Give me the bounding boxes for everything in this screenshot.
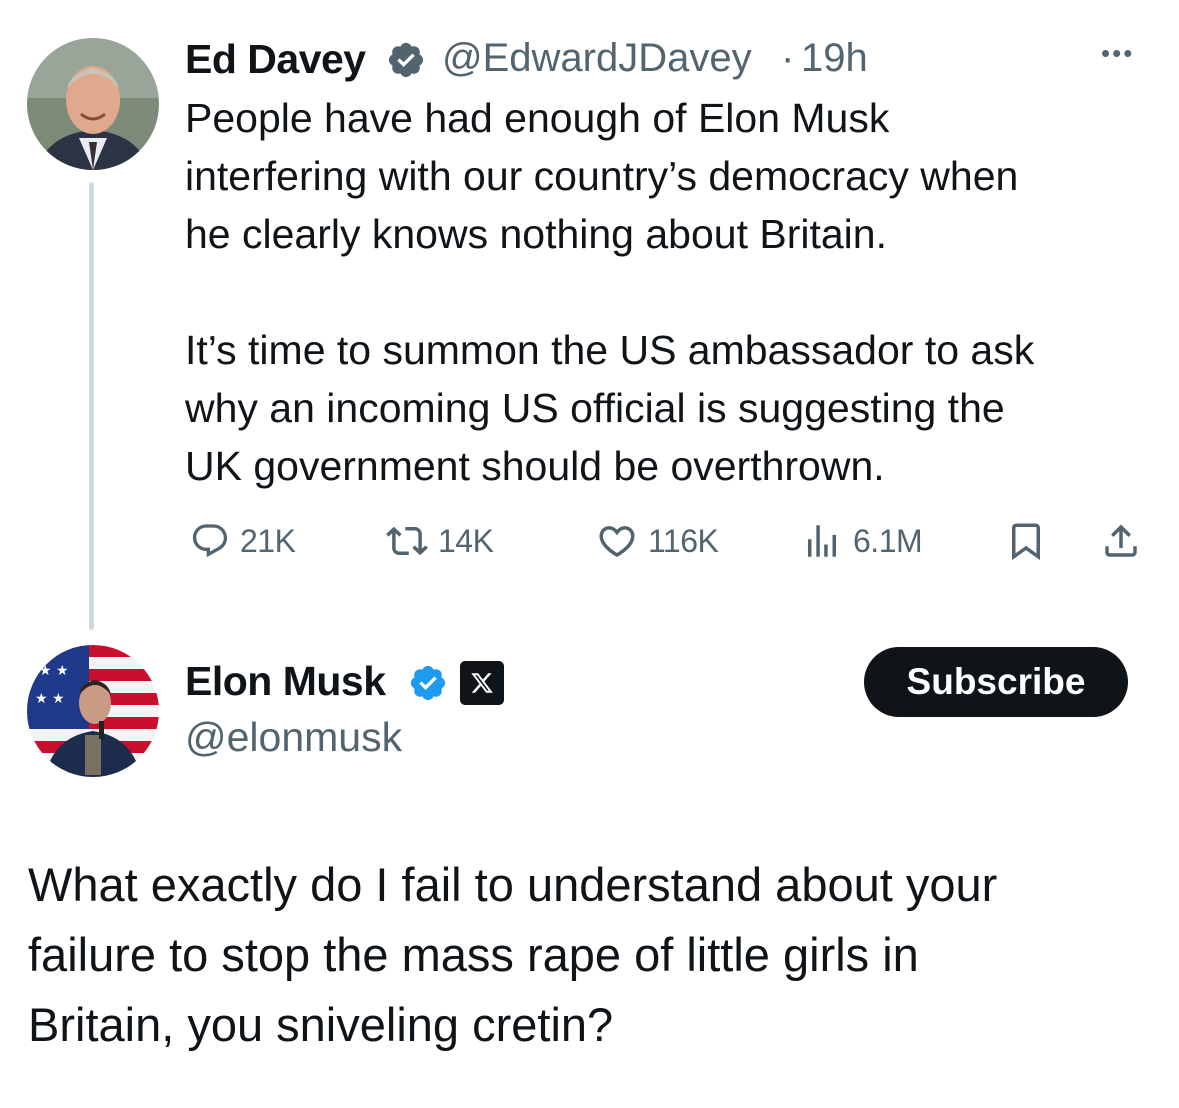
- share-button[interactable]: [1100, 516, 1142, 566]
- like-icon: [599, 526, 635, 558]
- author-handle[interactable]: @EdwardJDavey: [442, 36, 752, 81]
- bookmark-icon: [1012, 523, 1040, 561]
- reply-text: What exactly do I fail to understand abo…: [28, 858, 998, 1051]
- views-icon: [808, 525, 836, 557]
- like-count: 116K: [648, 522, 719, 559]
- views-button[interactable]: 6.1M: [801, 516, 923, 566]
- more-options-icon[interactable]: •••: [1101, 38, 1134, 69]
- tweet-text: People have had enough of Elon Musk inte…: [185, 95, 1035, 489]
- subscribe-button[interactable]: Subscribe: [864, 647, 1128, 717]
- reply-author-name[interactable]: Elon Musk: [185, 658, 386, 705]
- reply-button[interactable]: 21K: [190, 516, 296, 566]
- separator-dot: ·: [781, 36, 795, 80]
- author-name[interactable]: Ed Davey: [185, 36, 366, 83]
- x-affiliate-badge-icon[interactable]: [459, 660, 505, 711]
- repost-button[interactable]: 14K: [386, 516, 494, 566]
- reply-icon: [192, 524, 228, 558]
- verified-badge-icon: [408, 663, 448, 708]
- bookmark-button[interactable]: [1005, 516, 1047, 566]
- like-button[interactable]: 116K: [596, 516, 719, 566]
- svg-text:★ ★: ★ ★: [39, 663, 69, 679]
- avatar-ed-davey[interactable]: [27, 38, 159, 170]
- reply-author-handle[interactable]: @elonmusk: [185, 714, 402, 761]
- verified-badge-icon: [386, 40, 426, 85]
- avatar-elon-musk[interactable]: ★ ★ ★ ★: [27, 645, 159, 777]
- share-icon: [1105, 524, 1137, 557]
- repost-icon: [386, 526, 428, 556]
- reply-count: 21K: [240, 522, 296, 559]
- tweet-time[interactable]: 19h: [801, 36, 868, 81]
- thread-line: [89, 182, 94, 630]
- views-count: 6.1M: [853, 522, 923, 559]
- repost-count: 14K: [438, 522, 494, 559]
- svg-text:★ ★: ★ ★: [35, 691, 65, 707]
